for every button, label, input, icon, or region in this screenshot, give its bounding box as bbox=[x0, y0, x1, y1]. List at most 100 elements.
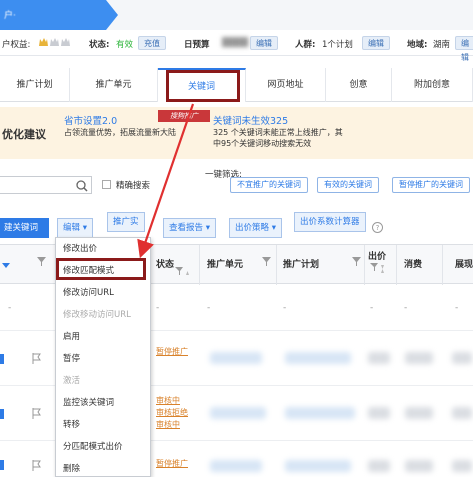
menu-item-delete[interactable]: 删除 bbox=[56, 458, 150, 477]
region-edit-button[interactable]: 编辑 bbox=[455, 36, 473, 62]
suggestion-inactive-keywords-desc: 325 个关键词未能正常上线推广，其中95个关键词移动搜索无效 bbox=[213, 128, 343, 148]
optimization-suggestions: 优化建议 省市设置2.0 占领流量优势，拓展流量新大陆 关键词未生效325 32… bbox=[0, 107, 473, 159]
benefit-icons bbox=[38, 37, 70, 47]
filter-icon[interactable] bbox=[262, 257, 271, 266]
campaign-name[interactable] bbox=[285, 352, 351, 364]
cell-empty: - bbox=[207, 303, 211, 313]
impressions-value bbox=[452, 352, 472, 364]
filter-sort-icon[interactable] bbox=[370, 263, 386, 275]
keyword-status[interactable]: 暂停推广 bbox=[156, 346, 192, 358]
keyword-status[interactable]: 审核中 审核拒绝 审核中 bbox=[156, 395, 196, 431]
tab-ad-groups[interactable]: 推广单元 bbox=[70, 68, 158, 102]
cell-empty: - bbox=[370, 303, 374, 313]
menu-item-pause[interactable]: 暂停 bbox=[56, 348, 150, 370]
account-label: 户· bbox=[4, 11, 16, 21]
tab-urls[interactable]: 网页地址 bbox=[246, 68, 326, 102]
suggestion-inactive-keywords-title[interactable]: 关键词未生效325 bbox=[213, 113, 288, 127]
account-info-bar: 户权益: 状态: 有效 充值 日预算 ████ 编辑 人群: 1个计划 编辑 地… bbox=[0, 32, 473, 62]
cell-empty: - bbox=[283, 303, 287, 313]
watermark-stamp: 搜狗推广 bbox=[158, 110, 210, 122]
ad-group-name[interactable] bbox=[210, 460, 262, 472]
campaign-name[interactable] bbox=[285, 407, 355, 419]
flag-icon[interactable] bbox=[32, 353, 41, 364]
campaign-name[interactable] bbox=[285, 460, 351, 472]
menu-item-transfer[interactable]: 转移 bbox=[56, 414, 150, 436]
suggestion-province-title[interactable]: 省市设置2.0 bbox=[64, 113, 117, 127]
menu-item-edit-bid[interactable]: 修改出价 bbox=[56, 238, 150, 260]
add-keyword-button[interactable]: 建关键词 bbox=[0, 218, 49, 238]
account-tab-shape bbox=[0, 0, 118, 30]
region-value: 湖南 bbox=[433, 40, 451, 50]
crowd-value: 1个计划 bbox=[322, 40, 353, 50]
filter-paused-keywords[interactable]: 暂停推广的关键词 bbox=[392, 177, 470, 193]
search-icon[interactable] bbox=[76, 180, 88, 192]
filter-valid-keywords[interactable]: 有效的关键词 bbox=[317, 177, 379, 193]
view-report-label: 查看报告 bbox=[169, 223, 204, 233]
edit-dropdown-button[interactable]: 编辑 ▾ bbox=[57, 218, 93, 238]
impressions-value bbox=[452, 460, 472, 472]
filter-icon[interactable] bbox=[352, 257, 361, 266]
daily-budget-label: 日预算 bbox=[184, 40, 210, 50]
budget-edit-button[interactable]: 编辑 bbox=[250, 36, 278, 50]
row-marker bbox=[0, 460, 4, 470]
menu-item-match-type-bid[interactable]: 分匹配模式出价 bbox=[56, 436, 150, 458]
ad-group-name[interactable] bbox=[210, 352, 262, 364]
help-icon[interactable]: ? bbox=[372, 222, 383, 233]
header-campaign[interactable]: 推广计划 bbox=[283, 257, 319, 270]
bid-strategy-label: 出价策略 bbox=[235, 223, 270, 233]
status-value: 有效 bbox=[116, 40, 134, 50]
header-spend[interactable]: 消费 bbox=[404, 257, 422, 270]
cell-empty: - bbox=[8, 303, 12, 313]
suggestion-province-desc: 占领流量优势，拓展流量新大陆 bbox=[64, 128, 176, 137]
header-bid[interactable]: 出价 bbox=[368, 249, 386, 262]
caret-down-icon[interactable] bbox=[2, 263, 10, 269]
header-status[interactable]: 状态 bbox=[156, 257, 174, 270]
keyword-status[interactable]: 暂停推广 bbox=[156, 458, 192, 470]
exact-search-checkbox[interactable] bbox=[102, 180, 111, 189]
cell-empty: - bbox=[156, 303, 160, 313]
status-label: 状态: bbox=[89, 40, 110, 50]
filter-icon[interactable] bbox=[37, 257, 46, 266]
column-divider bbox=[396, 245, 397, 285]
exact-search-label: 精确搜索 bbox=[116, 181, 151, 191]
bid-calculator-button[interactable]: 出价系数计算器 bbox=[294, 212, 366, 232]
menu-item-enable[interactable]: 启用 bbox=[56, 326, 150, 348]
header-ad-group[interactable]: 推广单元 bbox=[207, 257, 243, 270]
bid-value[interactable] bbox=[368, 352, 390, 364]
keyword-search-input[interactable] bbox=[0, 176, 92, 194]
view-report-button[interactable]: 查看报告 ▾ bbox=[163, 218, 216, 238]
promote-button[interactable]: 推广实 bbox=[107, 212, 145, 232]
ad-group-name[interactable] bbox=[210, 407, 266, 419]
column-divider bbox=[199, 245, 200, 285]
region-label: 地域: bbox=[407, 40, 428, 50]
spend-value bbox=[405, 407, 433, 419]
flag-icon[interactable] bbox=[32, 408, 41, 419]
column-divider bbox=[276, 245, 277, 285]
filter-unsuitable-keywords[interactable]: 不宜推广的关键词 bbox=[230, 177, 308, 193]
menu-item-monitor-keyword[interactable]: 监控该关键词 bbox=[56, 392, 150, 414]
impressions-value bbox=[452, 407, 472, 419]
bid-strategy-button[interactable]: 出价策略 ▾ bbox=[229, 218, 282, 238]
cell-empty: - bbox=[404, 303, 408, 313]
crowd-edit-button[interactable]: 编辑 bbox=[362, 36, 390, 50]
crown-icon bbox=[39, 38, 70, 46]
account-tab[interactable]: 户· bbox=[0, 0, 118, 30]
tab-creatives[interactable]: 创意 bbox=[326, 68, 392, 102]
bid-value[interactable] bbox=[368, 407, 390, 419]
daily-budget-value: ████ bbox=[222, 38, 249, 48]
caret-down-icon: ▾ bbox=[205, 223, 210, 233]
tab-keywords-highlight-box bbox=[166, 70, 240, 102]
top-bar: 户· bbox=[0, 0, 473, 30]
filter-row: 精确搜索 一键筛选: 不宜推广的关键词 有效的关键词 暂停推广的关键词 bbox=[0, 168, 473, 202]
bid-value[interactable] bbox=[368, 460, 390, 472]
menu-item-edit-mobile-url: 修改移动访问URL bbox=[63, 310, 131, 320]
header-impressions[interactable]: 展现 bbox=[455, 257, 473, 270]
flag-icon[interactable] bbox=[32, 460, 41, 471]
spend-value bbox=[405, 352, 433, 364]
caret-down-icon: ▾ bbox=[82, 223, 87, 233]
recharge-button[interactable]: 充值 bbox=[138, 36, 166, 50]
menu-item-edit-url[interactable]: 修改访问URL bbox=[56, 282, 150, 304]
tab-campaigns[interactable]: 推广计划 bbox=[0, 68, 70, 102]
filter-sort-icon[interactable] bbox=[175, 267, 191, 276]
tab-extensions[interactable]: 附加创意 bbox=[392, 68, 473, 102]
